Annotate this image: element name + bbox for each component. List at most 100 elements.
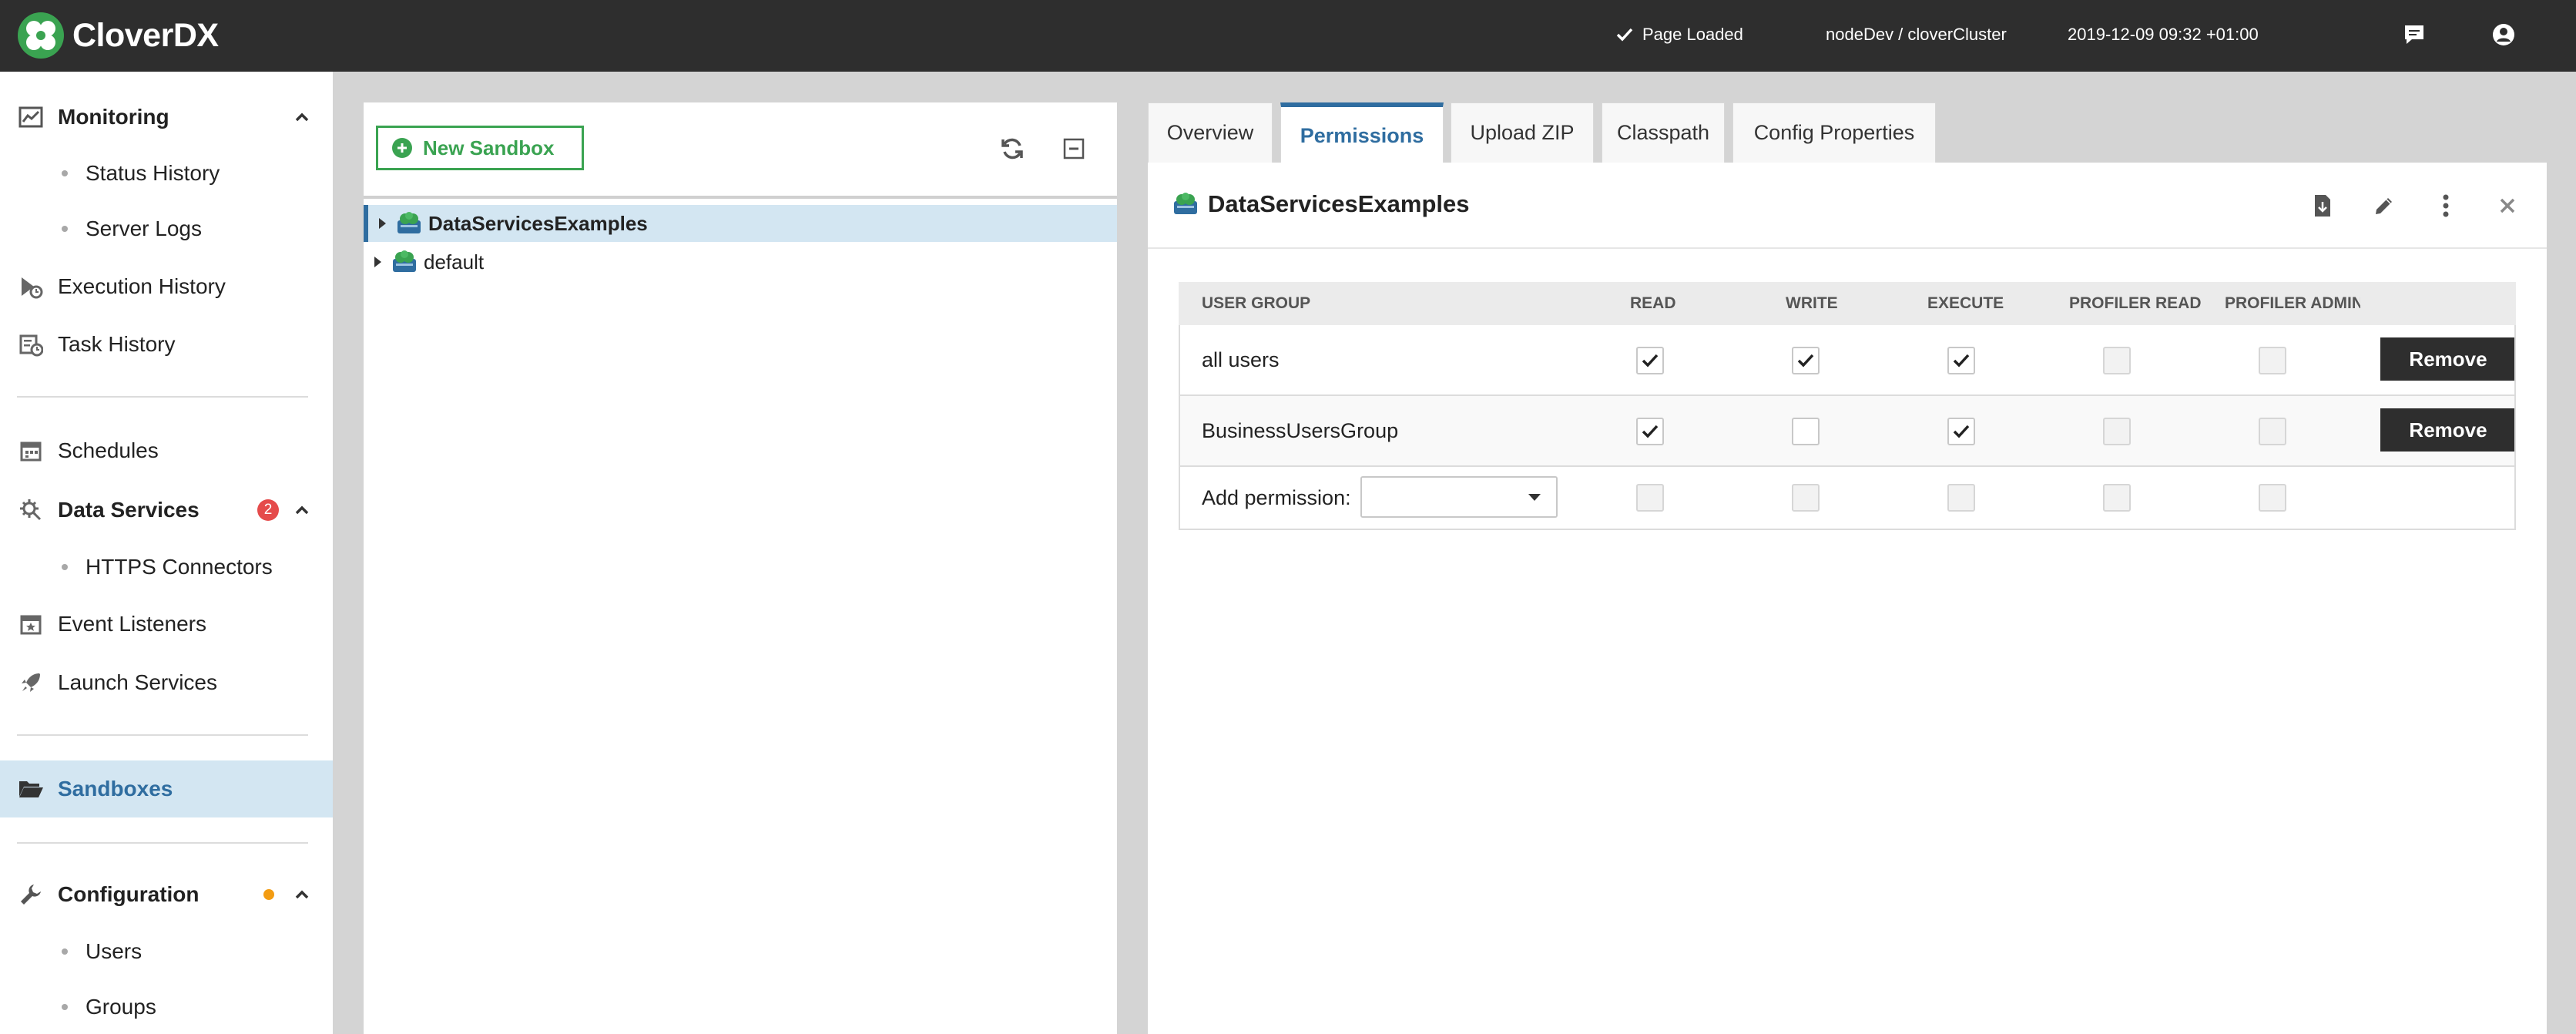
tab-upload-zip[interactable]: Upload ZIP <box>1451 102 1594 163</box>
sidebar-item-data-services[interactable]: Data Services 2 <box>0 482 333 539</box>
sidebar-item-label: Monitoring <box>58 105 169 129</box>
profiler-read-checkbox[interactable] <box>2103 347 2131 374</box>
profiler-admin-checkbox[interactable] <box>2259 418 2286 445</box>
execute-checkbox[interactable] <box>1947 418 1975 445</box>
collapse-all-icon[interactable] <box>1058 133 1089 164</box>
page-status-text: Page Loaded <box>1642 25 1743 44</box>
notification-badge: 2 <box>257 499 279 521</box>
table-row: all users Remove <box>1179 325 2516 396</box>
sandbox-icon <box>393 250 416 272</box>
status-dot <box>263 889 274 900</box>
sidebar-item-label: Sandboxes <box>58 777 173 801</box>
tab-overview[interactable]: Overview <box>1148 102 1273 163</box>
monitor-icon <box>17 103 45 131</box>
sidebar-item-label: Execution History <box>58 274 226 298</box>
new-sandbox-label: New Sandbox <box>423 136 555 159</box>
sidebar-item-schedules[interactable]: Schedules <box>0 422 333 479</box>
rocket-icon <box>17 669 45 697</box>
remove-button[interactable]: Remove <box>2380 337 2516 381</box>
data-services-icon <box>17 496 45 524</box>
sidebar-item-event-listeners[interactable]: Event Listeners <box>0 596 333 653</box>
column-header-read: READ <box>1630 294 1676 312</box>
user-group-name: all users <box>1202 348 1280 371</box>
read-checkbox[interactable] <box>1636 484 1664 512</box>
user-circle-icon[interactable] <box>2489 20 2518 49</box>
column-header-write: WRITE <box>1786 294 1838 312</box>
remove-button[interactable]: Remove <box>2380 408 2516 452</box>
more-vertical-icon[interactable] <box>2430 190 2461 221</box>
execute-checkbox[interactable] <box>1947 484 1975 512</box>
bullet <box>62 1004 68 1010</box>
sidebar: Monitoring Status History Server Logs Ex… <box>0 72 333 1034</box>
sidebar-item-label: HTTPS Connectors <box>86 555 273 579</box>
chevron-up-icon[interactable] <box>291 499 313 521</box>
sidebar-divider <box>17 396 308 398</box>
add-permission-row: Add permission: <box>1179 467 2516 530</box>
detail-header: DataServicesExamples <box>1148 163 2547 249</box>
column-header-profiler-read: PROFILER READ <box>2069 294 2202 312</box>
expand-arrow-icon[interactable] <box>379 218 386 229</box>
event-calendar-icon <box>17 610 45 638</box>
sidebar-item-https-connectors[interactable]: HTTPS Connectors <box>0 539 333 595</box>
sidebar-item-configuration[interactable]: Configuration <box>0 866 333 923</box>
sidebar-item-label: Schedules <box>58 438 159 462</box>
check-icon <box>1953 354 1970 368</box>
tree-item-default[interactable]: default <box>364 243 1117 280</box>
download-file-icon[interactable] <box>2307 190 2338 221</box>
column-header-execute: EXECUTE <box>1927 294 2004 312</box>
execution-history-icon <box>17 273 45 300</box>
node-cluster-label: nodeDev / cloverCluster <box>1826 25 2007 44</box>
check-icon <box>1642 425 1659 438</box>
tree-item-label: DataServicesExamples <box>428 211 648 235</box>
profiler-admin-checkbox[interactable] <box>2259 347 2286 374</box>
column-header-profiler-admin: PROFILER ADMIN <box>2225 294 2360 312</box>
tree-item-dataservicesexamples[interactable]: DataServicesExamples <box>364 205 1117 242</box>
sidebar-item-groups[interactable]: Groups <box>0 979 333 1034</box>
page-status: Page Loaded <box>1616 22 1743 48</box>
sidebar-item-server-logs[interactable]: Server Logs <box>0 201 333 257</box>
pencil-icon[interactable] <box>2369 190 2400 221</box>
bullet <box>62 564 68 570</box>
column-header-user-group: USER GROUP <box>1202 294 1311 312</box>
write-checkbox[interactable] <box>1792 347 1820 374</box>
sidebar-item-execution-history[interactable]: Execution History <box>0 258 333 315</box>
sandbox-tree-panel: New Sandbox DataServicesExamples default <box>364 102 1117 1034</box>
sidebar-item-status-history[interactable]: Status History <box>0 146 333 201</box>
profiler-read-checkbox[interactable] <box>2103 484 2131 512</box>
wrench-icon <box>17 881 45 908</box>
tab-classpath[interactable]: Classpath <box>1602 102 1725 163</box>
tab-permissions[interactable]: Permissions <box>1280 102 1444 164</box>
table-header: USER GROUP READ WRITE EXECUTE PROFILER R… <box>1179 282 2516 325</box>
sidebar-item-task-history[interactable]: Task History <box>0 316 333 373</box>
calendar-icon <box>17 437 45 465</box>
top-bar: CloverDX Page Loaded nodeDev / cloverClu… <box>0 0 2576 72</box>
sidebar-item-monitoring[interactable]: Monitoring <box>0 89 333 146</box>
refresh-icon[interactable] <box>997 133 1028 164</box>
write-checkbox[interactable] <box>1792 484 1820 512</box>
sidebar-item-users[interactable]: Users <box>0 924 333 979</box>
sidebar-item-label: Server Logs <box>86 217 202 240</box>
bullet <box>62 226 68 232</box>
sidebar-item-sandboxes[interactable]: Sandboxes <box>0 760 333 817</box>
user-group-select[interactable] <box>1360 476 1558 518</box>
tree-toolbar: New Sandbox <box>364 102 1117 199</box>
read-checkbox[interactable] <box>1636 418 1664 445</box>
new-sandbox-button[interactable]: New Sandbox <box>376 126 584 170</box>
expand-arrow-icon[interactable] <box>374 257 381 267</box>
read-checkbox[interactable] <box>1636 347 1664 374</box>
sidebar-item-launch-services[interactable]: Launch Services <box>0 654 333 711</box>
tab-config-properties[interactable]: Config Properties <box>1732 102 1936 163</box>
execute-checkbox[interactable] <box>1947 347 1975 374</box>
chevron-up-icon[interactable] <box>291 106 313 128</box>
write-checkbox[interactable] <box>1792 418 1820 445</box>
sandbox-icon <box>1174 193 1197 214</box>
chevron-up-icon[interactable] <box>291 884 313 905</box>
chat-icon[interactable] <box>2400 20 2429 49</box>
task-history-icon <box>17 331 45 358</box>
check-icon <box>1642 354 1659 368</box>
close-icon[interactable] <box>2492 190 2523 221</box>
profiler-admin-checkbox[interactable] <box>2259 484 2286 512</box>
profiler-read-checkbox[interactable] <box>2103 418 2131 445</box>
check-icon <box>1616 28 1633 42</box>
clover-logo[interactable]: CloverDX <box>17 11 219 60</box>
